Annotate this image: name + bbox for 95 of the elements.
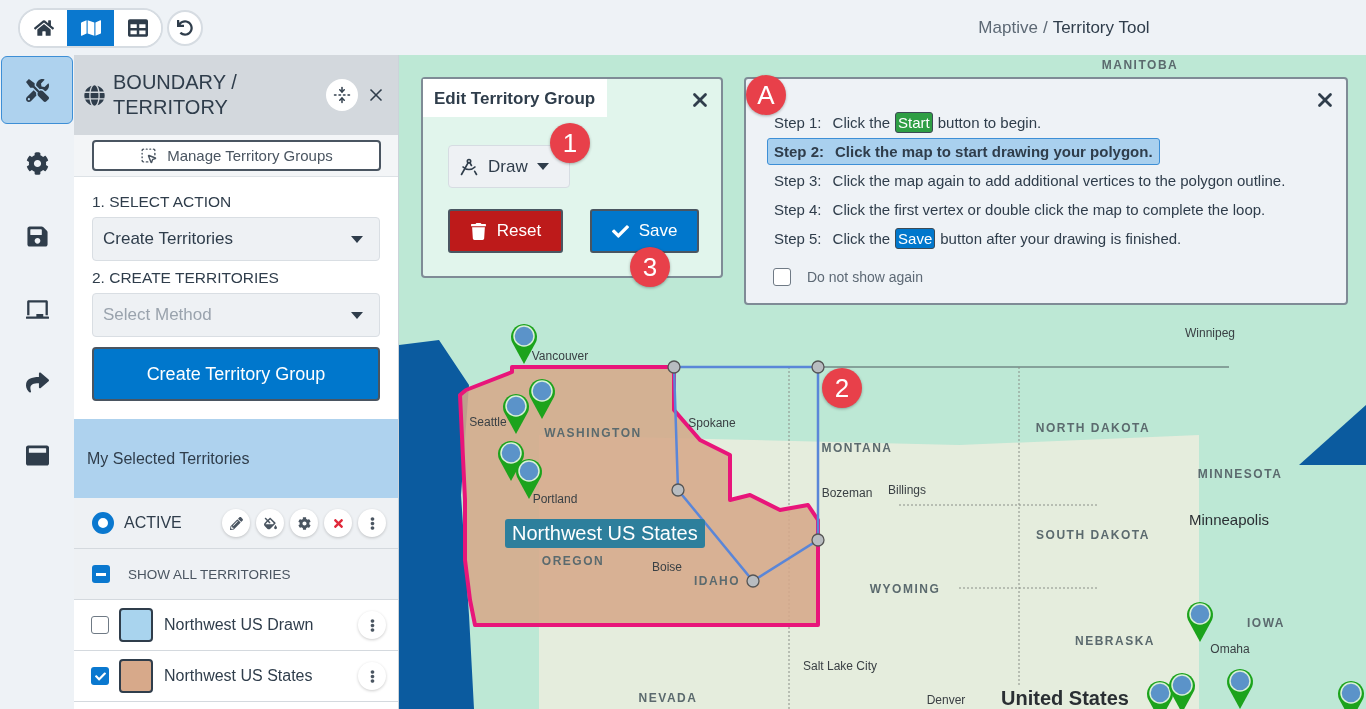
country-label: United States bbox=[1001, 686, 1129, 709]
map-marker-icon[interactable] bbox=[1147, 681, 1173, 709]
map-icon[interactable] bbox=[67, 9, 114, 46]
state-label: MINNESOTA bbox=[1197, 466, 1283, 482]
dont-show-checkbox[interactable] bbox=[773, 268, 791, 286]
radio-label: ACTIVE bbox=[124, 514, 183, 532]
edit-icon[interactable] bbox=[222, 509, 250, 537]
vertex-handle[interactable] bbox=[811, 533, 825, 547]
lake-shape bbox=[1299, 405, 1366, 465]
fill-icon[interactable] bbox=[256, 509, 284, 537]
state-label: MANITOBA bbox=[1101, 57, 1179, 73]
map-marker-icon[interactable] bbox=[1169, 673, 1195, 709]
step-number: Step 1: bbox=[774, 114, 822, 131]
app-name[interactable]: Maptive bbox=[978, 17, 1038, 38]
city-label: Billings bbox=[888, 483, 926, 497]
step-text: Click the bbox=[832, 230, 891, 247]
checkbox-label: Do not show again bbox=[807, 269, 923, 285]
checkbox-label: SHOW ALL TERRITORIES bbox=[128, 566, 291, 582]
city-label: Minneapolis bbox=[1189, 510, 1269, 528]
map-marker-icon[interactable] bbox=[1187, 602, 1213, 642]
vertex-handle[interactable] bbox=[667, 360, 681, 374]
territory-checkbox[interactable] bbox=[91, 616, 109, 634]
more-icon[interactable] bbox=[358, 611, 386, 639]
page-title: Territory Tool bbox=[1052, 17, 1150, 38]
city-label: Bozeman bbox=[821, 486, 873, 500]
step-text: Click the map again to add additional vertices to the polygon outline. bbox=[832, 172, 1286, 189]
map-marker-icon[interactable] bbox=[1227, 669, 1253, 709]
tools-icon[interactable] bbox=[1, 56, 73, 124]
city-label: Vancouver bbox=[531, 349, 589, 363]
vertex-handle[interactable] bbox=[811, 360, 825, 374]
manage-groups-button[interactable]: Manage Territory Groups bbox=[92, 140, 381, 171]
caret-icon bbox=[536, 163, 549, 170]
city-label: Denver bbox=[926, 693, 966, 707]
city-label: Spokane bbox=[688, 416, 736, 430]
territory-name[interactable]: Northwest US States bbox=[164, 667, 358, 685]
highlight-tag: Save bbox=[895, 228, 936, 249]
collapse-icon[interactable] bbox=[326, 79, 358, 111]
delete-icon[interactable] bbox=[324, 509, 352, 537]
trash-icon bbox=[469, 222, 487, 240]
more-icon[interactable] bbox=[358, 662, 386, 690]
more-icon[interactable] bbox=[358, 509, 386, 537]
save-button[interactable]: Save bbox=[590, 209, 699, 253]
city-label: Salt Lake City bbox=[803, 659, 877, 673]
section-label: 2. CREATE TERRITORIES bbox=[92, 269, 280, 287]
city-label: Winnipeg bbox=[1185, 326, 1235, 340]
caret-icon bbox=[351, 311, 363, 319]
check-icon bbox=[611, 222, 629, 240]
create-group-button[interactable]: Create Territory Group bbox=[92, 347, 380, 401]
step-text: Click the bbox=[832, 114, 891, 131]
state-label: IDAHO bbox=[693, 573, 741, 589]
section-label: 1. SELECT ACTION bbox=[92, 193, 233, 211]
vertex-handle[interactable] bbox=[746, 574, 760, 588]
step-text: button after your drawing is finished. bbox=[940, 230, 1182, 247]
step-number: Step 2: bbox=[774, 143, 824, 160]
state-label: WYOMING bbox=[869, 581, 941, 597]
city-label: Portland bbox=[532, 492, 578, 506]
refresh-icon[interactable] bbox=[167, 9, 203, 46]
section-heading: My Selected Territories bbox=[74, 419, 398, 498]
state-label: NEVADA bbox=[638, 690, 698, 706]
territory-label: Northwest US States bbox=[505, 519, 705, 548]
step-text: button to begin. bbox=[937, 114, 1042, 131]
step-number: Step 4: bbox=[774, 201, 822, 218]
state-label: OREGON bbox=[541, 553, 605, 569]
city-label: Seattle bbox=[469, 415, 507, 429]
check-icon bbox=[94, 670, 106, 682]
state-label: SOUTH DAKOTA bbox=[1036, 527, 1150, 543]
active-radio[interactable] bbox=[92, 512, 114, 534]
state-label: MONTANA bbox=[821, 440, 893, 456]
state-label: WASHINGTON bbox=[544, 425, 642, 441]
globe-icon bbox=[84, 84, 105, 106]
state-label: NORTH DAKOTA bbox=[1035, 420, 1151, 436]
state-label: NEBRASKA bbox=[1075, 633, 1155, 649]
map-marker-icon[interactable] bbox=[529, 379, 555, 419]
settings-icon[interactable] bbox=[290, 509, 318, 537]
territory-checkbox[interactable] bbox=[91, 667, 109, 685]
step-number: Step 3: bbox=[774, 172, 822, 189]
show-all-checkbox[interactable] bbox=[92, 565, 110, 583]
reset-button[interactable]: Reset bbox=[448, 209, 563, 253]
panel-title: BOUNDARY / TERRITORY bbox=[113, 70, 238, 120]
panel-title: Edit Territory Group bbox=[423, 79, 608, 117]
breadcrumb-separator: / bbox=[1042, 17, 1048, 38]
step-text: Click the first vertex or double click the map to complete the loop. bbox=[832, 201, 1266, 218]
highlight-tag: Start bbox=[895, 112, 933, 133]
territory-name[interactable]: Northwest US Drawn bbox=[164, 616, 358, 634]
step-text: Click the map to start drawing your polygon. bbox=[835, 143, 1153, 160]
map-marker-icon[interactable] bbox=[1338, 681, 1364, 709]
vertex-handle[interactable] bbox=[671, 483, 685, 497]
step-number: Step 5: bbox=[774, 230, 822, 247]
caret-icon bbox=[351, 235, 363, 243]
city-label: Omaha bbox=[1210, 642, 1250, 656]
compass-icon bbox=[459, 156, 479, 177]
city-label: Boise bbox=[652, 560, 682, 574]
selection-icon bbox=[140, 147, 158, 164]
state-label: IOWA bbox=[1247, 615, 1285, 631]
action-select[interactable]: Create Territories bbox=[92, 217, 380, 261]
